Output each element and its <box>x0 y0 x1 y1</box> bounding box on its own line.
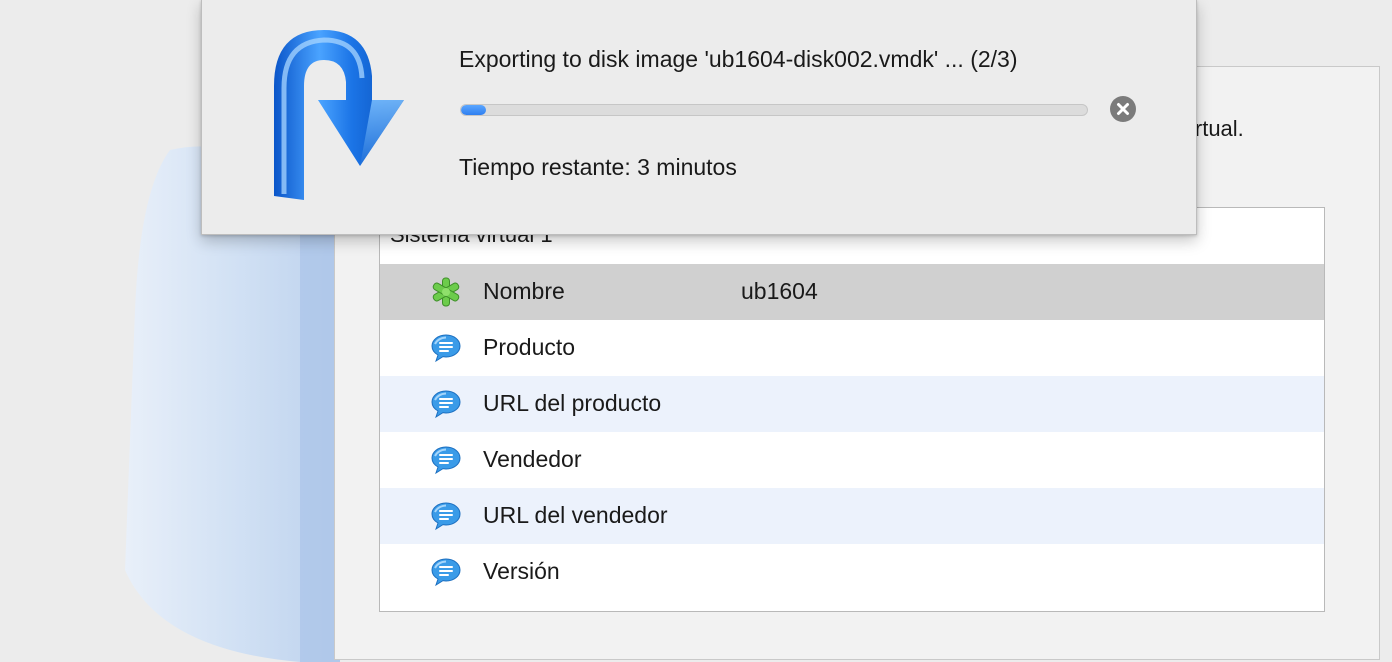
export-progress-fill <box>461 105 487 115</box>
table-row[interactable]: Versión <box>380 544 1324 600</box>
row-label: Versión <box>483 558 560 584</box>
export-progress-sheet: Exporting to disk image 'ub1604-disk002.… <box>201 0 1197 235</box>
row-label: Nombre <box>483 278 565 304</box>
speech-bubble-icon <box>431 502 461 531</box>
table-row[interactable]: Producto <box>380 320 1324 376</box>
speech-bubble-icon <box>431 390 461 419</box>
table-row[interactable]: URL del producto <box>380 376 1324 432</box>
time-remaining-text: Tiempo restante: 3 minutos <box>459 154 737 180</box>
row-value[interactable]: ub1604 <box>741 278 818 305</box>
table-row[interactable]: Vendedor <box>380 432 1324 488</box>
speech-bubble-icon <box>431 446 461 475</box>
appliance-rows: Nombre ub1604 Producto URL del producto Vend… <box>380 264 1324 600</box>
export-status-text: Exporting to disk image 'ub1604-disk002.… <box>459 46 1018 72</box>
row-label: Vendedor <box>483 446 582 472</box>
close-circle-icon <box>1117 103 1129 115</box>
cancel-export-button[interactable] <box>1110 96 1136 122</box>
row-label: URL del producto <box>483 390 662 416</box>
export-arrow-icon <box>274 30 404 200</box>
row-label: Producto <box>483 334 576 360</box>
speech-bubble-icon <box>431 334 461 363</box>
export-progress-bar <box>460 104 1088 116</box>
appliance-settings-table[interactable]: Sistema virtual 1 Nombreub1604ProductoUR… <box>379 207 1325 612</box>
green-asterisk-icon <box>432 277 460 307</box>
speech-bubble-icon <box>431 558 461 587</box>
row-label: URL del vendedor <box>483 502 668 528</box>
table-row[interactable]: URL del vendedor <box>380 488 1324 544</box>
intro-text: irtual. <box>1190 116 1244 141</box>
table-row[interactable]: Nombre ub1604 <box>380 264 1324 320</box>
